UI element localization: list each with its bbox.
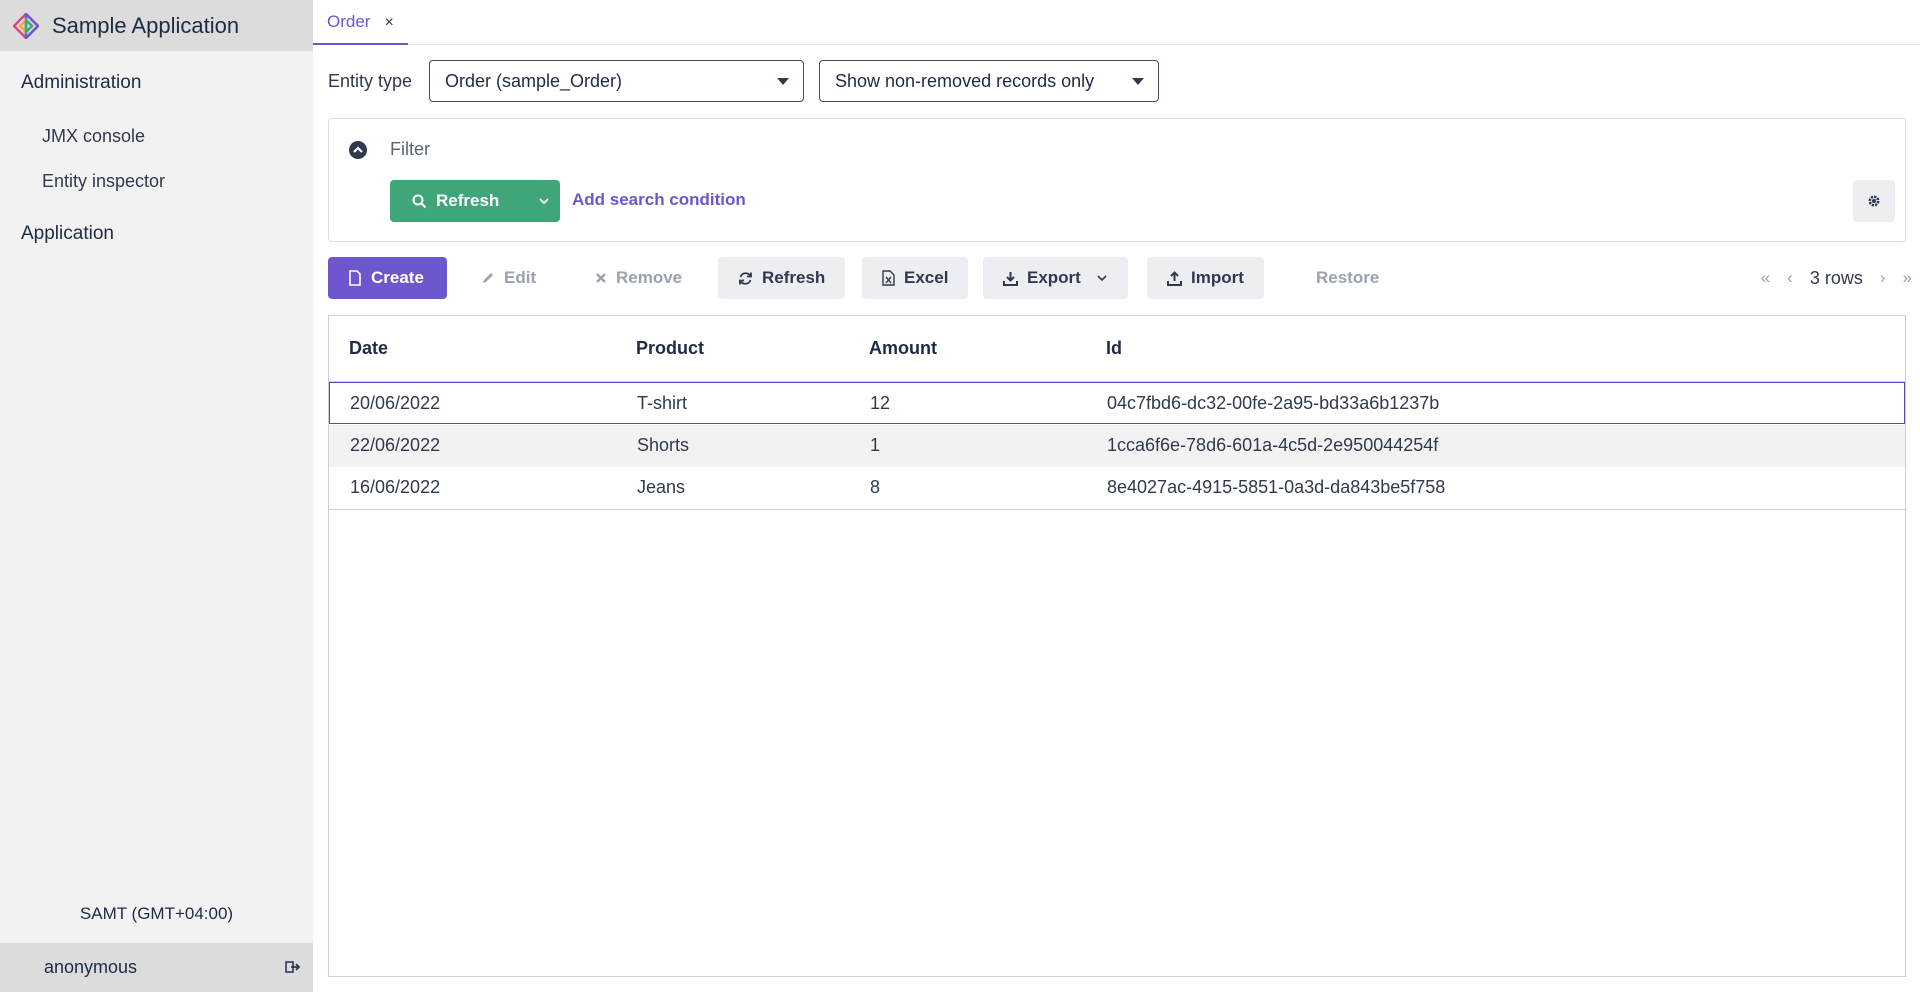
user-bar: anonymous xyxy=(0,943,313,992)
refresh-label: Refresh xyxy=(762,268,826,287)
excel-label: Excel xyxy=(904,268,949,287)
excel-file-icon xyxy=(882,270,895,286)
filter-refresh-button[interactable]: Refresh xyxy=(390,180,528,222)
export-button[interactable]: Export xyxy=(983,257,1128,299)
cell-product: Jeans xyxy=(637,477,686,497)
last-page-button[interactable]: » xyxy=(1903,268,1912,288)
table-row[interactable]: 20/06/2022 T-shirt 12 04c7fbd6-dc32-00fe… xyxy=(329,382,1905,424)
filter-refresh-split-button: Refresh xyxy=(390,180,560,222)
sidebar: Sample Application Administration JMX co… xyxy=(0,0,313,992)
filter-refresh-label: Refresh xyxy=(436,191,500,210)
cell-date: 20/06/2022 xyxy=(350,393,441,413)
cell-date: 22/06/2022 xyxy=(350,435,441,455)
remove-button[interactable]: Remove xyxy=(575,257,702,299)
cell-product: T-shirt xyxy=(637,393,688,413)
pagination: « ‹ 3 rows › » xyxy=(1761,257,1912,299)
refresh-icon xyxy=(739,271,752,285)
add-search-condition-link[interactable]: Add search condition xyxy=(572,190,746,210)
menu-group-application[interactable]: Application xyxy=(21,223,114,245)
file-icon xyxy=(349,270,361,286)
chevron-down-icon xyxy=(1132,78,1144,85)
column-header-amount[interactable]: Amount xyxy=(869,338,937,359)
column-header-id[interactable]: Id xyxy=(1106,338,1122,359)
chevron-down-icon xyxy=(1097,275,1107,282)
import-label: Import xyxy=(1191,268,1244,287)
import-button[interactable]: Import xyxy=(1147,257,1264,299)
download-icon xyxy=(1003,271,1018,286)
table-header: Date Product Amount Id xyxy=(329,316,1905,382)
cell-id: 04c7fbd6-dc32-00fe-2a95-bd33a6b1237b xyxy=(1107,393,1440,413)
removed-records-select[interactable]: Show non-removed records only xyxy=(819,60,1159,102)
cell-amount: 12 xyxy=(870,393,891,413)
cell-amount: 8 xyxy=(870,477,881,497)
entity-type-value: Order (sample_Order) xyxy=(445,70,623,91)
rows-count[interactable]: 3 rows xyxy=(1810,268,1863,289)
column-header-product[interactable]: Product xyxy=(636,338,704,359)
data-table: Date Product Amount Id 20/06/2022 T-shir… xyxy=(328,315,1906,977)
cell-product: Shorts xyxy=(637,435,690,455)
filter-label: Filter xyxy=(390,139,430,159)
app-title: Sample Application xyxy=(52,12,240,38)
entity-type-label: Entity type xyxy=(328,70,413,91)
app-logo-icon xyxy=(13,12,39,39)
app-header[interactable]: Sample Application xyxy=(0,0,313,51)
create-label: Create xyxy=(371,268,424,287)
restore-button[interactable]: Restore xyxy=(1296,257,1399,299)
menu-group-administration[interactable]: Administration xyxy=(21,72,141,94)
username: anonymous xyxy=(44,957,138,977)
filter-panel: Filter Refresh Add search condition xyxy=(328,118,1906,242)
entity-type-row: Entity type xyxy=(328,60,428,102)
pencil-icon xyxy=(483,273,493,283)
cell-id: 1cca6f6e-78d6-601a-4c5d-2e950044254f xyxy=(1107,435,1439,455)
next-page-button[interactable]: › xyxy=(1880,268,1886,288)
filter-refresh-dropdown[interactable] xyxy=(528,180,560,222)
tab-bar: Order × xyxy=(313,0,1920,45)
tab-label: Order xyxy=(327,12,371,31)
tab-order[interactable]: Order × xyxy=(313,0,408,45)
excel-button[interactable]: Excel xyxy=(862,257,969,299)
restore-label: Restore xyxy=(1316,268,1380,287)
prev-page-button[interactable]: ‹ xyxy=(1787,268,1793,288)
cell-date: 16/06/2022 xyxy=(350,477,441,497)
column-header-date[interactable]: Date xyxy=(349,338,388,359)
filter-settings-button[interactable] xyxy=(1853,180,1895,222)
refresh-button[interactable]: Refresh xyxy=(718,257,846,299)
chevron-down-icon xyxy=(777,78,789,85)
edit-label: Edit xyxy=(504,268,537,287)
timezone-label: SAMT (GMT+04:00) xyxy=(79,904,234,923)
collapse-toggle-icon[interactable] xyxy=(349,141,367,159)
chevron-down-icon xyxy=(539,198,549,205)
edit-button[interactable]: Edit xyxy=(461,257,556,299)
menu-item-entity-inspector[interactable]: Entity inspector xyxy=(42,171,165,192)
cell-id: 8e4027ac-4915-5851-0a3d-da843be5f758 xyxy=(1107,477,1446,497)
tab-close-icon[interactable]: × xyxy=(384,14,393,32)
first-page-button[interactable]: « xyxy=(1761,268,1770,288)
table-row[interactable]: 16/06/2022 Jeans 8 8e4027ac-4915-5851-0a… xyxy=(329,467,1905,509)
remove-label: Remove xyxy=(616,268,683,287)
menu-item-jmx-console[interactable]: JMX console xyxy=(42,126,145,147)
export-label: Export xyxy=(1027,268,1081,287)
search-icon xyxy=(412,194,427,208)
cell-amount: 1 xyxy=(870,435,881,455)
logout-icon[interactable] xyxy=(285,959,301,975)
create-button[interactable]: Create xyxy=(328,257,447,299)
gear-icon xyxy=(1868,195,1880,207)
upload-icon xyxy=(1167,270,1182,286)
remove-icon xyxy=(596,273,606,283)
entity-type-select[interactable]: Order (sample_Order) xyxy=(429,60,804,102)
table-rows-end-divider xyxy=(329,509,1905,510)
table-row[interactable]: 22/06/2022 Shorts 1 1cca6f6e-78d6-601a-4… xyxy=(329,425,1905,467)
removed-records-value: Show non-removed records only xyxy=(835,70,1095,91)
main-content: Order × Entity type Order (sample_Order)… xyxy=(313,0,1920,992)
